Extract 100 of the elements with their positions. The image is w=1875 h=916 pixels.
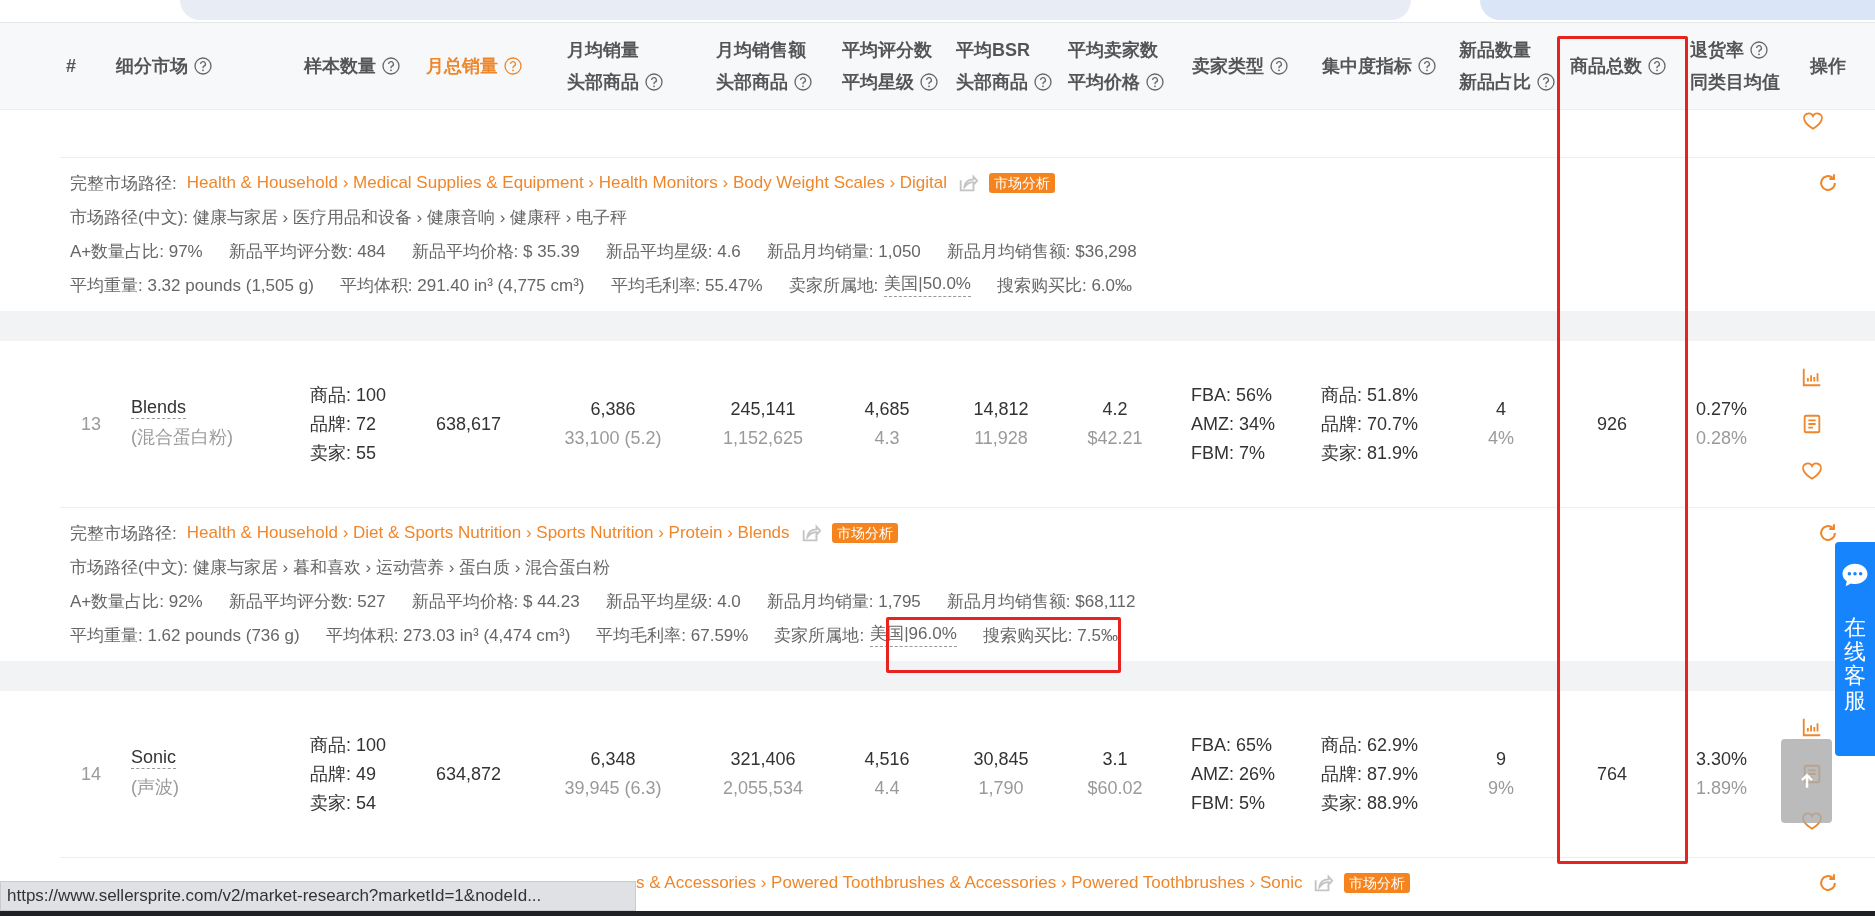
cell-value: FBA: 56%: [1191, 383, 1273, 407]
cell-subvalue: 11,928: [974, 427, 1028, 450]
refresh-icon[interactable]: [1817, 172, 1839, 194]
stat-text: 平均重量: 3.32 pounds (1,505 g): [70, 274, 314, 297]
stat-text: 平均体积: 291.40 in³ (4,775 cm³): [339, 274, 585, 297]
cell-value: 品牌: 87.9%: [1321, 762, 1419, 786]
cell-value: 3.1: [1102, 748, 1128, 771]
cell-value: 0.27%: [1696, 398, 1748, 421]
cell-subvalue: 1.89%: [1696, 777, 1748, 800]
cell-value: 商品: 51.8%: [1321, 383, 1419, 407]
cell-value: 卖家: 81.9%: [1321, 441, 1419, 465]
stat-label: 卖家所属地:: [788, 274, 879, 297]
cell-subvalue: 1,152,625: [722, 427, 804, 450]
heart-icon[interactable]: [1801, 460, 1823, 482]
column-header[interactable]: 集中度指标: [1322, 54, 1412, 78]
share-icon[interactable]: [957, 172, 980, 194]
cell-subvalue: 4%: [1488, 427, 1514, 450]
help-icon[interactable]: [1034, 73, 1052, 91]
help-icon[interactable]: [1648, 57, 1666, 75]
help-icon[interactable]: [1537, 73, 1555, 91]
column-header[interactable]: 月均销量: [567, 38, 639, 62]
cell-subvalue: $60.02: [1087, 777, 1143, 800]
bar-chart-icon[interactable]: [1801, 716, 1823, 738]
help-icon[interactable]: [1270, 57, 1288, 75]
stat-text: 平均毛利率: 67.59%: [596, 624, 749, 647]
document-icon[interactable]: [1801, 413, 1823, 435]
help-icon[interactable]: [645, 73, 663, 91]
cell-value: FBM: 5%: [1191, 791, 1265, 815]
heart-icon[interactable]: [1802, 110, 1824, 132]
cell-value: 商品: 62.9%: [1321, 733, 1419, 757]
help-icon[interactable]: [194, 57, 212, 75]
help-icon[interactable]: [1418, 57, 1436, 75]
stat-text: 平均重量: 1.62 pounds (736 g): [70, 624, 300, 647]
path-label: 完整市场路径:: [70, 522, 177, 545]
stat-text: 平均毛利率: 55.47%: [610, 274, 763, 297]
column-header[interactable]: 商品总数: [1570, 54, 1642, 78]
cell-subvalue: 33,100 (5.2): [564, 427, 662, 450]
cell-value: AMZ: 34%: [1191, 412, 1276, 436]
seller-location-value[interactable]: 美国|50.0%: [884, 273, 971, 297]
cell-value: 926: [1596, 412, 1627, 436]
cell-value: 6,386: [590, 398, 636, 421]
cell-subvalue: 2,055,534: [722, 777, 804, 800]
column-header[interactable]: 平均评分数: [842, 38, 932, 62]
scroll-top-button[interactable]: [1781, 739, 1832, 823]
cell-subvalue: 4.4: [874, 777, 900, 800]
column-header[interactable]: 新品数量: [1459, 38, 1531, 62]
cell-value: 卖家: 55: [310, 441, 377, 465]
stat-text: 新品平均评分数: 484: [228, 240, 386, 263]
cell-value: 4,516: [864, 748, 910, 771]
stat-text: 新品平均评分数: 527: [228, 590, 386, 613]
column-header[interactable]: 月均销售额: [716, 38, 806, 62]
column-header[interactable]: 细分市场: [116, 54, 188, 78]
cell-value: 品牌: 72: [310, 412, 377, 436]
column-header[interactable]: 头部商品: [956, 70, 1028, 94]
cell-value: 764: [1596, 762, 1627, 786]
cell-value: 4.2: [1102, 398, 1128, 421]
help-icon[interactable]: [794, 73, 812, 91]
column-header[interactable]: 平均价格: [1068, 70, 1140, 94]
cell-value: 4,685: [864, 398, 910, 421]
cell-value: 卖家: 88.9%: [1321, 791, 1419, 815]
help-icon[interactable]: [920, 73, 938, 91]
stat-text: 市场路径(中文): 健康与家居 › 医疗用品和设备 › 健康音响 › 健康秤 › 电子秤: [70, 206, 628, 229]
path-label: 完整市场路径:: [70, 172, 177, 195]
row-number: 14: [81, 762, 102, 786]
market-name[interactable]: Sonic: [131, 746, 177, 769]
column-header[interactable]: 平均卖家数: [1068, 38, 1158, 62]
refresh-icon[interactable]: [1817, 872, 1839, 894]
cell-value: 14,812: [973, 398, 1029, 421]
market-name-translation: (混合蛋白粉): [131, 426, 233, 449]
chat-widget[interactable]: 在线客服: [1835, 542, 1875, 756]
cell-value: 商品: 100: [310, 383, 387, 407]
help-icon[interactable]: [1146, 73, 1164, 91]
help-icon[interactable]: [1750, 41, 1768, 59]
help-icon[interactable]: [382, 57, 400, 75]
bar-chart-icon[interactable]: [1801, 366, 1823, 388]
stat-text: 新品平均星级: 4.6: [605, 240, 741, 263]
cell-value: 634,872: [436, 762, 502, 786]
column-header[interactable]: #: [66, 55, 76, 77]
market-name[interactable]: Blends: [131, 396, 187, 419]
refresh-icon[interactable]: [1817, 522, 1839, 544]
column-header[interactable]: 头部商品: [567, 70, 639, 94]
column-header[interactable]: 卖家类型: [1192, 54, 1264, 78]
column-header[interactable]: 同类目均值: [1690, 70, 1780, 94]
column-header[interactable]: 操作: [1810, 54, 1846, 78]
chat-label: 在线客服: [1844, 616, 1866, 713]
column-header[interactable]: 平均BSR: [956, 38, 1030, 62]
column-header[interactable]: 退货率: [1690, 38, 1744, 62]
share-icon[interactable]: [1312, 872, 1335, 894]
cell-subvalue: $42.21: [1087, 427, 1143, 450]
column-header[interactable]: 头部商品: [716, 70, 788, 94]
column-header[interactable]: 平均星级: [842, 70, 914, 94]
column-header[interactable]: 样本数量: [304, 54, 376, 78]
help-icon[interactable]: [504, 57, 522, 75]
stat-text: 搜索购买比: 6.0‰: [996, 274, 1133, 297]
cell-value: 638,617: [436, 412, 502, 436]
cell-value: 商品: 100: [310, 733, 387, 757]
stat-text: 新品平均价格: $ 35.39: [411, 240, 580, 263]
cell-value: 6,348: [590, 748, 636, 771]
stat-text: 新品月均销售额: $68,112: [946, 590, 1136, 613]
column-header[interactable]: 新品占比: [1459, 70, 1531, 94]
